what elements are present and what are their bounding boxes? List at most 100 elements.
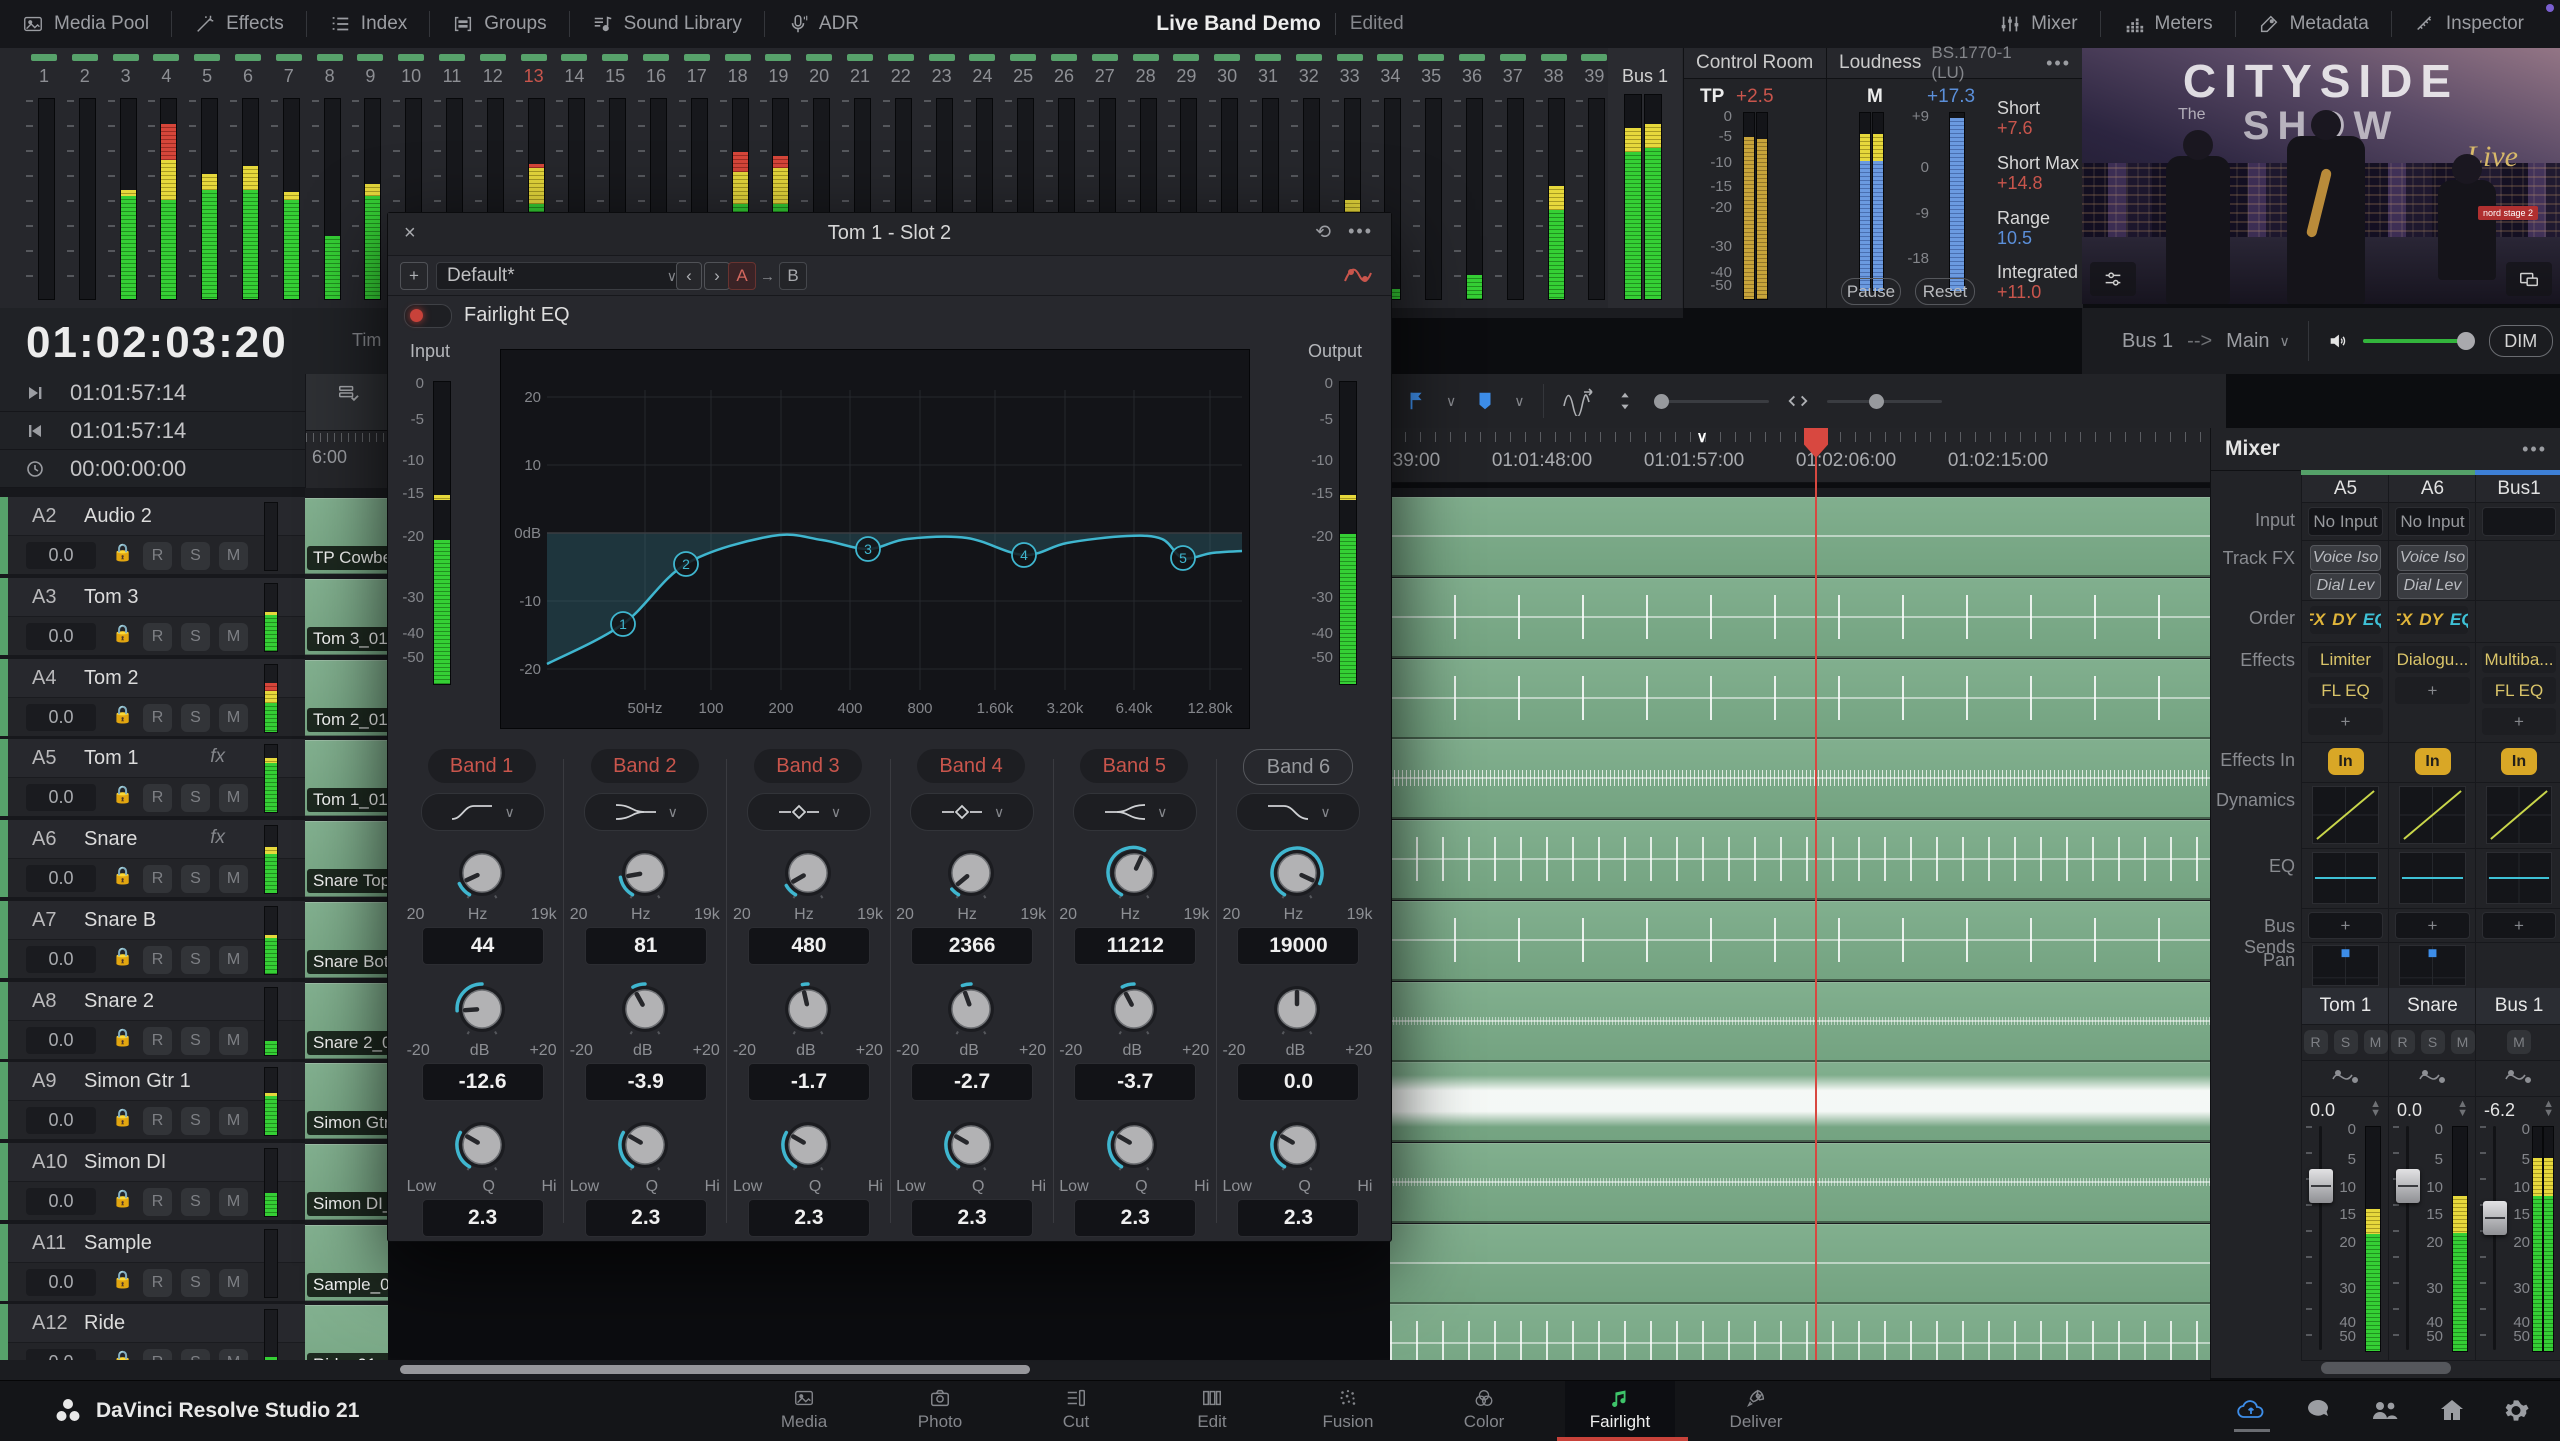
- clip-block[interactable]: Sample_01.wav: [305, 1225, 388, 1301]
- track-row-A4[interactable]: A4 Tom 2 0.0 🔒 R S M: [0, 659, 305, 736]
- timeline-lane-A6[interactable]: [1390, 820, 2210, 900]
- mute-button[interactable]: M: [219, 704, 248, 732]
- record-arm-button[interactable]: R: [143, 542, 172, 570]
- band-frequency-knob[interactable]: [450, 841, 514, 905]
- eq-thumbnail-graph[interactable]: [2399, 852, 2466, 904]
- track-row-A11[interactable]: A11 Sample 0.0 🔒 R S M: [0, 1224, 305, 1301]
- reset-icon[interactable]: ⟲: [1315, 221, 1331, 244]
- monitor-volume-slider[interactable]: [2363, 339, 2473, 343]
- timeline-lane-A10[interactable]: [1390, 1143, 2210, 1223]
- settings-gear-icon[interactable]: [2502, 1397, 2530, 1424]
- effects-in-button[interactable]: In: [2328, 748, 2364, 775]
- menu-adr[interactable]: ADR: [765, 0, 881, 48]
- band-enable-button[interactable]: Band 3: [754, 749, 862, 783]
- timeline-lane-A4[interactable]: [1390, 659, 2210, 739]
- mixer-record-button[interactable]: R: [2304, 1030, 2328, 1054]
- mute-button[interactable]: M: [219, 784, 248, 812]
- band-frequency-knob[interactable]: [939, 841, 1003, 905]
- page-tab-fusion[interactable]: Fusion: [1293, 1381, 1403, 1437]
- record-arm-button[interactable]: R: [143, 704, 172, 732]
- panel-toggle-meters[interactable]: Meters: [2101, 0, 2235, 48]
- track-row-A5[interactable]: A5 Tom 1 fx 0.0 🔒 R S M: [0, 739, 305, 816]
- bus-send-add-button[interactable]: +: [2482, 912, 2556, 939]
- fader-value[interactable]: 0.0: [2310, 1100, 2335, 1121]
- add-preset-button[interactable]: +: [400, 262, 428, 290]
- record-arm-button[interactable]: R: [143, 865, 172, 893]
- fader-track[interactable]: [2493, 1126, 2496, 1350]
- track-gain[interactable]: 0.0: [26, 946, 96, 973]
- fader-stepper[interactable]: ▲▼: [2543, 1100, 2554, 1118]
- dynamics-graph[interactable]: [2486, 786, 2552, 844]
- solo-button[interactable]: S: [181, 946, 210, 974]
- band-q-knob[interactable]: [450, 1113, 514, 1177]
- band-gain-value[interactable]: 0.0: [1237, 1063, 1359, 1101]
- record-arm-button[interactable]: R: [143, 946, 172, 974]
- band-frequency-knob[interactable]: [776, 841, 840, 905]
- lock-icon[interactable]: 🔒: [112, 947, 133, 967]
- track-fx-chip[interactable]: Dial Lev: [2310, 573, 2381, 599]
- ab-arrow-icon[interactable]: →: [760, 268, 775, 285]
- video-settings-icon[interactable]: [2090, 262, 2136, 296]
- page-tab-fairlight[interactable]: Fairlight: [1565, 1381, 1675, 1437]
- band-gain-knob[interactable]: [1265, 977, 1329, 1041]
- add-effect-button[interactable]: +: [2308, 708, 2383, 735]
- fader-handle[interactable]: [2483, 1201, 2507, 1235]
- fader-track[interactable]: [2406, 1126, 2409, 1350]
- page-tab-color[interactable]: Color: [1429, 1381, 1539, 1437]
- band-frequency-value[interactable]: 2366: [911, 927, 1033, 965]
- timeline-zoom-slider[interactable]: [1827, 400, 1942, 403]
- timeline-ruler[interactable]: 01:01:39:0001:01:48:0001:01:57:0001:02:0…: [1390, 428, 2210, 483]
- mixer-channel-header[interactable]: Bus1: [2475, 475, 2560, 503]
- band-q-knob[interactable]: [1265, 1113, 1329, 1177]
- eq-graph[interactable]: 1234520100dB-10-2050Hz1002004008001.60k3…: [500, 349, 1250, 729]
- fader-stepper[interactable]: ▲▼: [2370, 1100, 2381, 1118]
- track-row-A10[interactable]: A10 Simon DI 0.0 🔒 R S M: [0, 1143, 305, 1220]
- monitor-dest-chevron-icon[interactable]: ∨: [2280, 333, 2290, 350]
- timeline-lane-A5[interactable]: [1390, 739, 2210, 819]
- band-enable-button[interactable]: Band 1: [428, 749, 536, 783]
- solo-button[interactable]: S: [181, 542, 210, 570]
- marker-icon[interactable]: [1474, 390, 1496, 412]
- track-row-A12[interactable]: A12 Ride 0.0 🔒 R S M: [0, 1304, 305, 1360]
- mute-button[interactable]: M: [219, 865, 248, 893]
- band-q-value[interactable]: 2.3: [422, 1199, 544, 1237]
- track-gain[interactable]: 0.0: [26, 1188, 96, 1215]
- mixer-record-button[interactable]: R: [2391, 1030, 2415, 1054]
- mixer-mute-button[interactable]: M: [2364, 1030, 2388, 1054]
- effects-in-button[interactable]: In: [2501, 748, 2537, 775]
- band-shape-dropdown[interactable]: ∨: [1073, 793, 1197, 831]
- band-q-value[interactable]: 2.3: [1074, 1199, 1196, 1237]
- page-tab-media[interactable]: Media: [749, 1381, 859, 1437]
- mute-button[interactable]: M: [219, 1027, 248, 1055]
- effect-slot[interactable]: Dialogu...: [2395, 646, 2470, 673]
- band-frequency-value[interactable]: 480: [748, 927, 870, 965]
- fader-value[interactable]: -6.2: [2484, 1100, 2515, 1121]
- record-arm-button[interactable]: R: [143, 1349, 172, 1360]
- band-q-knob[interactable]: [1102, 1113, 1166, 1177]
- clip-block[interactable]: Snare Botto: [305, 902, 388, 978]
- mute-button[interactable]: M: [219, 1269, 248, 1297]
- clip-block[interactable]: Tom 3_01.w: [305, 579, 388, 655]
- record-arm-button[interactable]: R: [143, 623, 172, 651]
- record-arm-button[interactable]: R: [143, 1188, 172, 1216]
- page-tab-photo[interactable]: Photo: [885, 1381, 995, 1437]
- solo-button[interactable]: S: [181, 865, 210, 893]
- fader-handle[interactable]: [2396, 1169, 2420, 1203]
- page-tab-deliver[interactable]: Deliver: [1701, 1381, 1811, 1437]
- menu-media-pool[interactable]: Media Pool: [0, 0, 171, 48]
- collaboration-icon[interactable]: [2370, 1397, 2400, 1423]
- band-gain-value[interactable]: -3.9: [585, 1063, 707, 1101]
- eq-options-icon[interactable]: •••: [1348, 221, 1373, 242]
- clip-block[interactable]: Simon Gtr_: [305, 1063, 388, 1139]
- cloud-icon[interactable]: [2236, 1397, 2266, 1423]
- lock-icon[interactable]: 🔒: [112, 1189, 133, 1209]
- band-q-knob[interactable]: [613, 1113, 677, 1177]
- dynamics-graph[interactable]: [2399, 786, 2466, 844]
- panel-toggle-inspector[interactable]: Inspector: [2392, 0, 2546, 48]
- playhead-line[interactable]: [1815, 428, 1817, 1360]
- bus-send-add-button[interactable]: +: [2308, 912, 2383, 939]
- menu-index[interactable]: Index: [307, 0, 429, 48]
- loudness-pause-button[interactable]: Pause: [1841, 278, 1901, 305]
- record-arm-button[interactable]: R: [143, 1027, 172, 1055]
- automation-icon[interactable]: [2330, 1065, 2362, 1089]
